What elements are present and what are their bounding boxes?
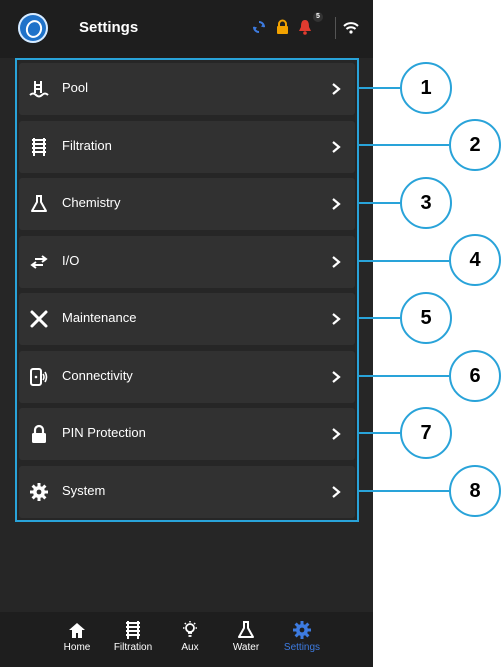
- menu-item-label: Maintenance: [62, 310, 137, 325]
- flask-icon: [238, 621, 254, 638]
- tools-icon: [30, 310, 48, 328]
- menu-item-label: PIN Protection: [62, 425, 146, 440]
- callout-line: [359, 432, 400, 434]
- notification-count-badge: 5: [313, 12, 323, 22]
- chevron-right-icon: [332, 140, 341, 153]
- nav-label: Filtration: [113, 642, 153, 653]
- callout-line: [359, 144, 449, 146]
- callout-line: [359, 375, 449, 377]
- nav-home[interactable]: Home: [47, 620, 107, 653]
- divider: [335, 17, 336, 39]
- callout-5: 5: [400, 292, 452, 344]
- chevron-right-icon: [332, 198, 341, 210]
- chevron-right-icon: [332, 428, 341, 440]
- menu-item-label: System: [62, 482, 106, 498]
- pool-icon: [29, 81, 49, 98]
- chevron-right-icon: [332, 83, 341, 95]
- filtration-icon: [32, 137, 46, 156]
- menu-item-pool[interactable]: Pool: [19, 63, 355, 115]
- io-arrows-icon: [30, 254, 48, 269]
- nav-label: Home: [63, 642, 91, 653]
- menu-item-io[interactable]: I/O: [19, 235, 355, 288]
- wifi-icon[interactable]: [343, 21, 359, 34]
- menu-item-filtration[interactable]: Filtration: [19, 120, 355, 173]
- nav-filtration[interactable]: Filtration: [103, 620, 163, 653]
- nav-settings[interactable]: Settings: [272, 620, 332, 653]
- home-icon: [69, 623, 85, 638]
- top-bar: Settings 5: [0, 0, 373, 58]
- callout-3: 3: [400, 177, 452, 229]
- callout-line: [359, 317, 400, 319]
- nav-label: Settings: [283, 642, 321, 653]
- nav-label: Aux: [181, 642, 199, 653]
- chevron-right-icon: [332, 255, 341, 268]
- gear-icon: [30, 482, 48, 501]
- nav-water[interactable]: Water: [216, 620, 276, 653]
- menu-item-label: Pool: [62, 80, 89, 95]
- filtration-icon: [126, 621, 140, 639]
- callout-4: 4: [449, 234, 501, 286]
- menu-item-label: Connectivity: [62, 367, 133, 383]
- app-logo-icon[interactable]: [18, 13, 48, 43]
- lock-icon[interactable]: [276, 19, 289, 35]
- flask-icon: [31, 195, 47, 212]
- callout-1: 1: [400, 62, 452, 114]
- menu-item-maintenance[interactable]: Maintenance: [19, 293, 355, 345]
- connectivity-icon: [30, 367, 48, 386]
- menu-item-label: Filtration: [62, 137, 112, 153]
- callout-line: [359, 260, 449, 262]
- callout-line: [359, 490, 449, 492]
- bulb-icon: [183, 621, 197, 637]
- chevron-right-icon: [332, 485, 341, 498]
- lock-icon: [32, 424, 46, 443]
- page-title: Settings: [79, 19, 139, 36]
- nav-aux[interactable]: Aux: [160, 620, 220, 653]
- callout-line: [359, 87, 400, 89]
- chevron-right-icon: [332, 370, 341, 383]
- callout-line: [359, 202, 400, 204]
- callout-2: 2: [449, 119, 501, 171]
- menu-item-pin-protection[interactable]: PIN Protection: [19, 408, 355, 460]
- chevron-right-icon: [332, 313, 341, 325]
- menu-item-label: I/O: [62, 252, 80, 268]
- nav-label: Water: [232, 642, 260, 653]
- sync-icon[interactable]: [252, 20, 266, 34]
- callout-7: 7: [400, 407, 452, 459]
- bell-icon[interactable]: [298, 19, 312, 35]
- gear-icon: [293, 621, 311, 639]
- menu-item-label: Chemistry: [62, 195, 121, 210]
- callout-8: 8: [449, 465, 501, 517]
- callout-6: 6: [449, 350, 501, 402]
- menu-item-chemistry[interactable]: Chemistry: [19, 178, 355, 230]
- settings-menu: Pool Filtration Chemistry I/O Maintenanc…: [19, 63, 355, 523]
- menu-item-system[interactable]: System: [19, 465, 355, 518]
- menu-item-connectivity[interactable]: Connectivity: [19, 350, 355, 403]
